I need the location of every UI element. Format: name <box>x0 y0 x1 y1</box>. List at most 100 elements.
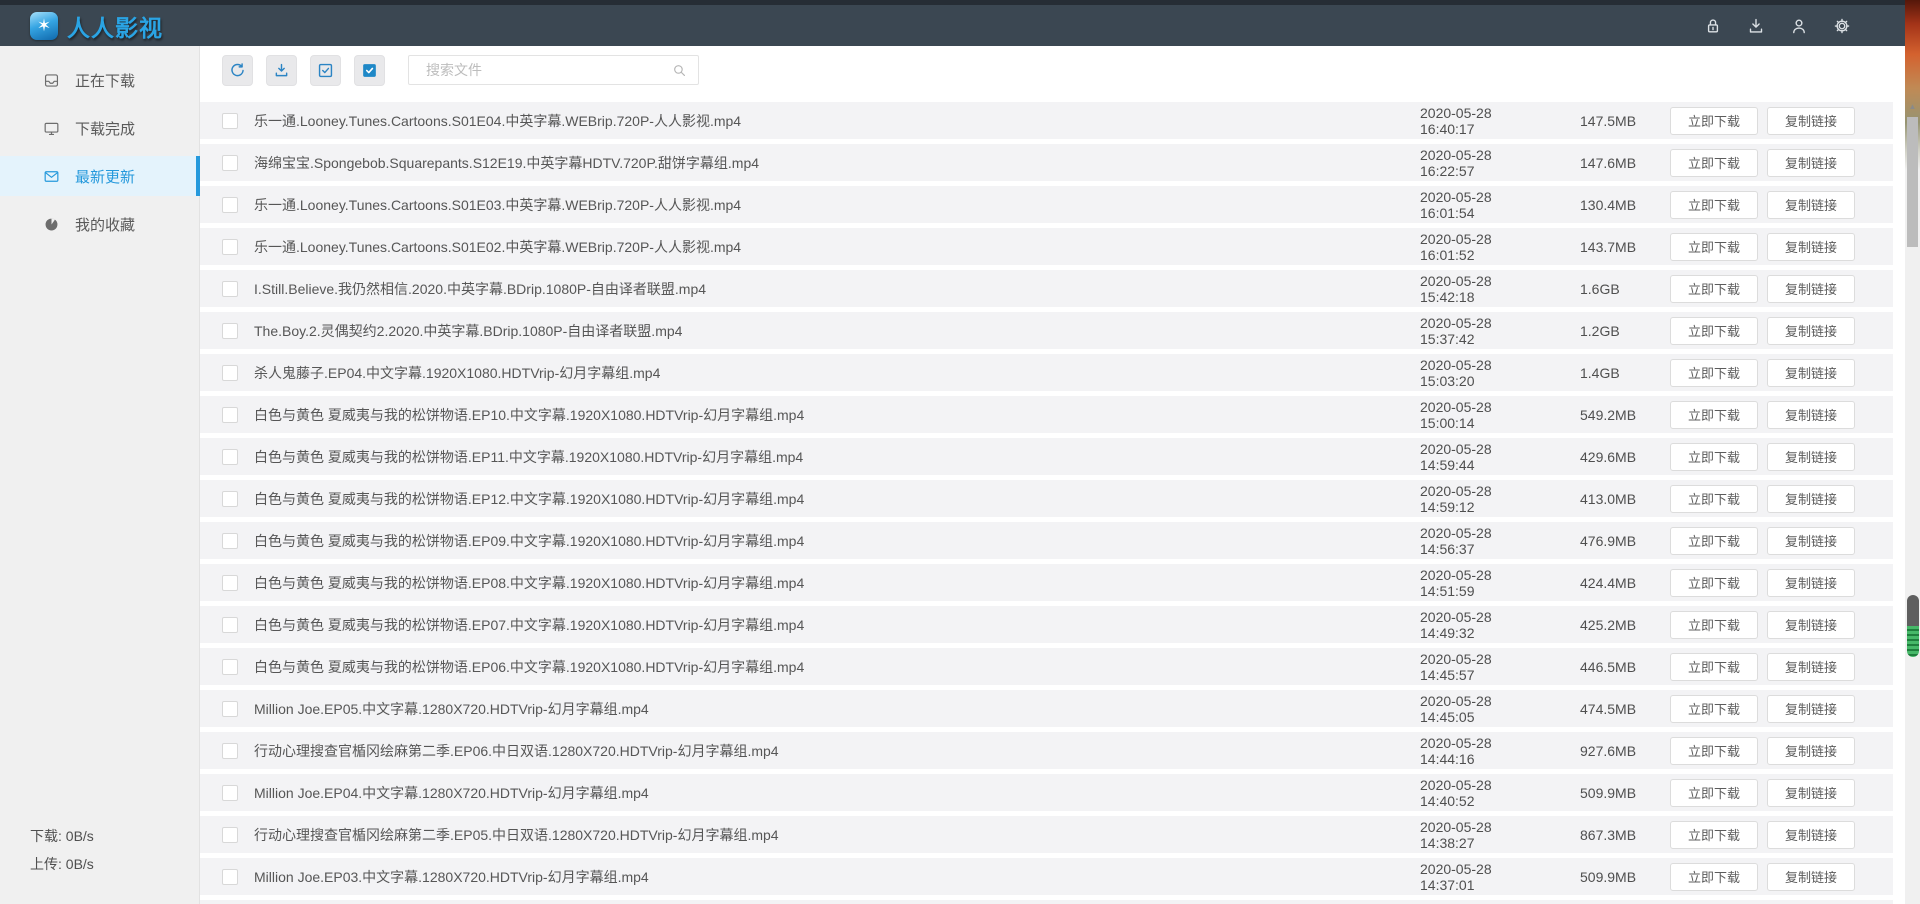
download-now-button[interactable]: 立即下载 <box>1670 736 1758 765</box>
copy-link-button[interactable]: 复制链接 <box>1767 526 1855 555</box>
row-checkbox[interactable] <box>222 658 238 675</box>
refresh-button[interactable] <box>222 54 253 86</box>
file-timestamp: 2020-05-28 14:45:05 <box>1420 692 1492 725</box>
row-checkbox[interactable] <box>222 322 238 339</box>
row-checkbox[interactable] <box>222 574 238 591</box>
download-now-button[interactable]: 立即下载 <box>1670 820 1758 849</box>
download-now-button[interactable]: 立即下载 <box>1670 106 1758 135</box>
download-now-button[interactable]: 立即下载 <box>1670 694 1758 723</box>
download-now-button[interactable]: 立即下载 <box>1670 358 1758 387</box>
copy-link-button[interactable]: 复制链接 <box>1767 568 1855 597</box>
download-now-button[interactable]: 立即下载 <box>1670 484 1758 513</box>
green-grip-handle[interactable] <box>1907 595 1919 657</box>
user-icon[interactable] <box>1788 15 1810 37</box>
copy-link-button[interactable]: 复制链接 <box>1767 694 1855 723</box>
row-checkbox[interactable] <box>222 364 238 381</box>
file-timestamp: 2020-05-28 14:44:16 <box>1420 734 1492 767</box>
download-now-button[interactable]: 立即下载 <box>1670 442 1758 471</box>
copy-link-button[interactable]: 复制链接 <box>1767 400 1855 429</box>
sidebar-item-favorites[interactable]: 我的收藏 <box>0 204 199 244</box>
sidebar-item-downloading[interactable]: 正在下载 <box>0 60 199 100</box>
scrollbar-thumb[interactable] <box>1907 117 1918 247</box>
copy-link-button[interactable]: 复制链接 <box>1767 274 1855 303</box>
copy-link-button[interactable]: 复制链接 <box>1767 232 1855 261</box>
row-checkbox[interactable] <box>222 826 238 843</box>
row-checkbox[interactable] <box>222 868 238 885</box>
download-icon[interactable] <box>1745 15 1767 37</box>
download-now-button[interactable]: 立即下载 <box>1670 610 1758 639</box>
row-checkbox[interactable] <box>222 448 238 465</box>
row-checkbox[interactable] <box>222 742 238 759</box>
download-now-button[interactable]: 立即下载 <box>1670 232 1758 261</box>
copy-link-button[interactable]: 复制链接 <box>1767 736 1855 765</box>
row-checkbox[interactable] <box>222 616 238 633</box>
file-size: 1.4GB <box>1580 364 1620 381</box>
row-checkbox[interactable] <box>222 532 238 549</box>
copy-link-button[interactable]: 复制链接 <box>1767 106 1855 135</box>
copy-link-button[interactable]: 复制链接 <box>1767 316 1855 345</box>
download-now-button[interactable]: 立即下载 <box>1670 526 1758 555</box>
copy-link-button[interactable]: 复制链接 <box>1767 148 1855 177</box>
copy-link-button[interactable]: 复制链接 <box>1767 358 1855 387</box>
download-now-button[interactable]: 立即下载 <box>1670 778 1758 807</box>
copy-link-button[interactable]: 复制链接 <box>1767 610 1855 639</box>
toolbar <box>200 46 1905 94</box>
row-checkbox[interactable] <box>222 490 238 507</box>
file-size: 867.3MB <box>1580 826 1637 843</box>
file-timestamp: 2020-05-28 14:40:52 <box>1420 776 1492 809</box>
download-now-button[interactable]: 立即下载 <box>1670 862 1758 891</box>
copy-link-button[interactable]: 复制链接 <box>1767 484 1855 513</box>
download-icon <box>275 63 288 76</box>
copy-link-button[interactable]: 复制链接 <box>1767 778 1855 807</box>
file-row: 乐一通.Looney.Tunes.Cartoons.S01E04.中英字幕.WE… <box>200 102 1893 139</box>
scrollbar-up-arrow[interactable]: ▲ <box>1905 101 1920 113</box>
download-now-button[interactable]: 立即下载 <box>1670 568 1758 597</box>
download-selected-button[interactable] <box>266 54 297 86</box>
row-checkbox[interactable] <box>222 238 238 255</box>
row-actions: 立即下载 复制链接 <box>1670 442 1855 471</box>
row-checkbox[interactable] <box>222 700 238 717</box>
file-row: I.Still.Believe.我仍然相信.2020.中英字幕.BDrip.10… <box>200 270 1893 307</box>
file-size: 509.9MB <box>1580 784 1637 801</box>
copy-link-button[interactable]: 复制链接 <box>1767 190 1855 219</box>
file-size: 147.5MB <box>1580 112 1637 129</box>
copy-link-button[interactable]: 复制链接 <box>1767 652 1855 681</box>
row-checkbox[interactable] <box>222 196 238 213</box>
download-now-button[interactable]: 立即下载 <box>1670 274 1758 303</box>
file-row: 杀人鬼藤子.EP04.中文字幕.1920X1080.HDTVrip-幻月字幕组.… <box>200 354 1893 391</box>
file-timestamp: 2020-05-28 15:03:20 <box>1420 356 1492 389</box>
copy-link-button[interactable]: 复制链接 <box>1767 862 1855 891</box>
sidebar-item-latest-updates[interactable]: 最新更新 <box>0 156 200 196</box>
file-timestamp: 2020-05-28 16:01:54 <box>1420 188 1492 221</box>
file-size: 424.4MB <box>1580 574 1637 591</box>
select-all-button[interactable] <box>354 54 385 86</box>
file-row: 乐一通.Looney.Tunes.Cartoons.S01E02.中英字幕.WE… <box>200 228 1893 265</box>
download-now-button[interactable]: 立即下载 <box>1670 400 1758 429</box>
row-checkbox[interactable] <box>222 154 238 171</box>
row-actions: 立即下载 复制链接 <box>1670 694 1855 723</box>
settings-gear-icon[interactable] <box>1831 15 1853 37</box>
sidebar-nav: 正在下载 下载完成 最新更新 我的收藏 <box>0 46 200 244</box>
sidebar-item-label: 最新更新 <box>75 168 136 186</box>
row-checkbox[interactable] <box>222 406 238 423</box>
download-now-button[interactable]: 立即下载 <box>1670 190 1758 219</box>
copy-link-button[interactable]: 复制链接 <box>1767 820 1855 849</box>
row-checkbox[interactable] <box>222 784 238 801</box>
download-now-button[interactable]: 立即下载 <box>1670 316 1758 345</box>
search-input[interactable] <box>408 55 699 85</box>
copy-link-button[interactable]: 复制链接 <box>1767 442 1855 471</box>
file-timestamp: 2020-05-28 16:22:57 <box>1420 146 1492 179</box>
search-icon <box>674 65 686 77</box>
row-checkbox[interactable] <box>222 112 238 129</box>
row-actions: 立即下载 复制链接 <box>1670 820 1855 849</box>
file-row: 白色与黄色 夏威夷与我的松饼物语.EP09.中文字幕.1920X1080.HDT… <box>200 522 1893 559</box>
download-now-button[interactable]: 立即下载 <box>1670 148 1758 177</box>
file-row: Million Joe.EP05.中文字幕.1280X720.HDTVrip-幻… <box>200 690 1893 727</box>
download-now-button[interactable]: 立即下载 <box>1670 652 1758 681</box>
select-invert-button[interactable] <box>310 54 341 86</box>
row-checkbox[interactable] <box>222 280 238 297</box>
lock-icon[interactable] <box>1702 15 1724 37</box>
app-header: ✶ 人人影视 <box>0 5 1905 46</box>
file-size: 476.9MB <box>1580 532 1637 549</box>
sidebar-item-download-complete[interactable]: 下载完成 <box>0 108 199 148</box>
